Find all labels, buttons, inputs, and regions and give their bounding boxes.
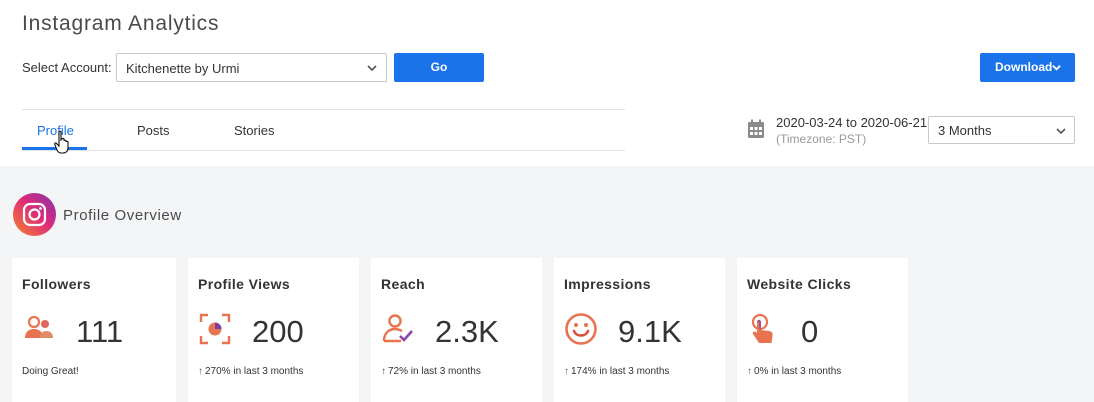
arrow-up-icon: ↑ bbox=[381, 366, 386, 377]
download-button[interactable]: Download bbox=[980, 53, 1075, 82]
instagram-logo-icon bbox=[13, 193, 56, 236]
download-button-label: Download bbox=[995, 60, 1053, 74]
followers-icon bbox=[25, 315, 53, 338]
metric-value: 111 bbox=[76, 314, 124, 349]
chevron-down-icon bbox=[1056, 128, 1066, 135]
account-select-value: Kitchenette by Urmi bbox=[126, 61, 240, 76]
metric-value: 2.3K bbox=[435, 314, 499, 349]
arrow-up-icon: ↑ bbox=[564, 366, 569, 377]
account-label: Select Account: bbox=[22, 60, 112, 75]
timezone-label: (Timezone: PST) bbox=[776, 132, 867, 146]
website-clicks-icon bbox=[751, 313, 773, 343]
metric-title: Reach bbox=[381, 276, 426, 292]
arrow-up-icon: ↑ bbox=[747, 366, 752, 377]
calendar-icon bbox=[748, 119, 764, 138]
metric-value: 200 bbox=[252, 314, 304, 349]
account-select[interactable]: Kitchenette by Urmi bbox=[116, 53, 387, 82]
metric-card-reach: Reach 2.3K ↑ 72% in last 3 months bbox=[371, 258, 542, 402]
chevron-down-icon bbox=[367, 65, 377, 72]
period-select[interactable]: 3 Months bbox=[928, 116, 1075, 144]
reach-icon bbox=[382, 314, 413, 343]
tab-bar: Profile Posts Stories bbox=[22, 109, 625, 154]
metric-card-impressions: Impressions 9.1K ↑ 174% in last 3 months bbox=[554, 258, 725, 402]
date-range: 2020-03-24 to 2020-06-21 bbox=[776, 115, 928, 130]
page-title: Instagram Analytics bbox=[22, 12, 220, 35]
hand-cursor-icon bbox=[54, 130, 69, 154]
metric-title: Followers bbox=[22, 276, 91, 292]
period-select-value: 3 Months bbox=[938, 123, 992, 138]
section-title: Profile Overview bbox=[63, 207, 182, 224]
metric-footnote: Doing Great! bbox=[22, 366, 79, 377]
tab-stories[interactable]: Stories bbox=[234, 123, 274, 138]
go-button[interactable]: Go bbox=[394, 53, 484, 82]
impressions-icon bbox=[565, 313, 597, 345]
arrow-up-icon: ↑ bbox=[198, 366, 203, 377]
header-area: Instagram Analytics Select Account: Kitc… bbox=[0, 0, 1094, 166]
metric-value: 9.1K bbox=[618, 314, 682, 349]
tab-posts[interactable]: Posts bbox=[137, 123, 170, 138]
metric-card-followers: Followers 111 Doing Great! bbox=[12, 258, 176, 402]
metric-card-profile-views: Profile Views 200 ↑ 270% in last 3 months bbox=[188, 258, 359, 402]
metric-footnote: ↑ 174% in last 3 months bbox=[564, 366, 670, 377]
profile-overview-section: Profile Overview Followers 111 Doing Gre… bbox=[0, 166, 1094, 402]
metric-title: Website Clicks bbox=[747, 276, 852, 292]
profile-views-icon bbox=[199, 313, 231, 345]
metric-title: Profile Views bbox=[198, 276, 291, 292]
metric-title: Impressions bbox=[564, 276, 651, 292]
chevron-down-icon bbox=[1052, 65, 1061, 71]
metric-footnote: ↑ 72% in last 3 months bbox=[381, 366, 481, 377]
metric-card-website-clicks: Website Clicks 0 ↑ 0% in last 3 months bbox=[737, 258, 908, 402]
metric-footnote: ↑ 0% in last 3 months bbox=[747, 366, 842, 377]
metric-value: 0 bbox=[801, 314, 819, 349]
metric-footnote: ↑ 270% in last 3 months bbox=[198, 366, 304, 377]
